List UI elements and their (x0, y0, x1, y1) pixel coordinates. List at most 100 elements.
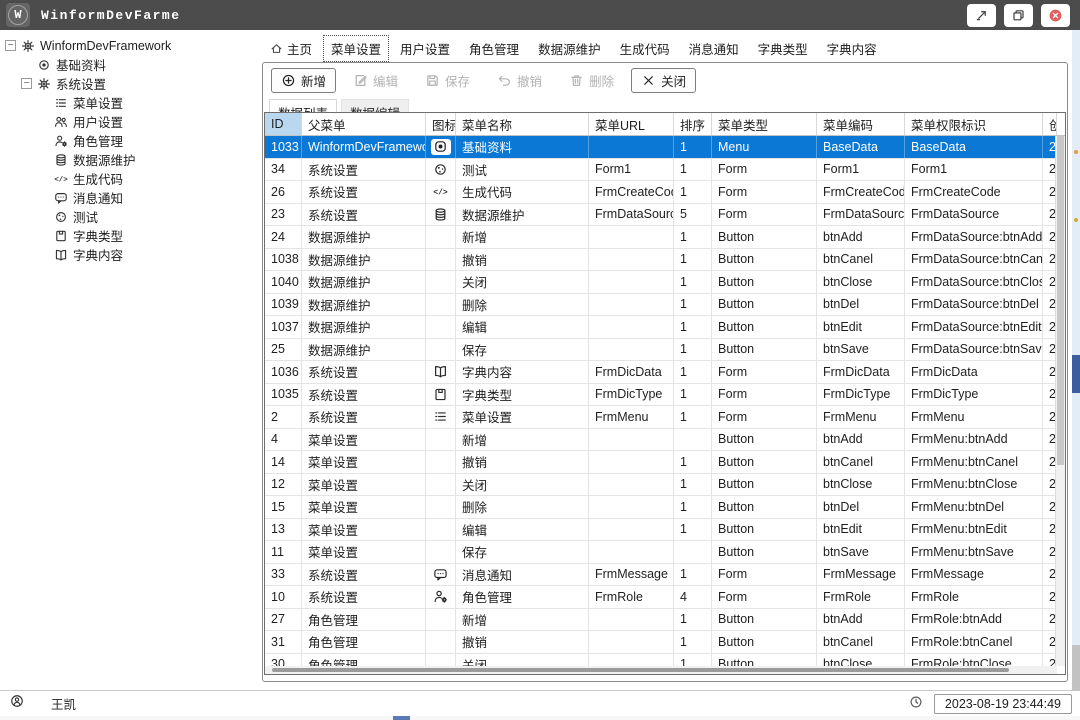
close-button[interactable] (1041, 4, 1070, 27)
table-row-4[interactable]: 4菜单设置新增ButtonbtnAddFrmMenu:btnAdd2 (265, 429, 1057, 452)
cell-type: Button (712, 451, 817, 473)
cell-url: FrmMenu (589, 406, 674, 428)
sidebar-item-test[interactable]: 测试 (0, 207, 256, 226)
sidebar-item-framework[interactable]: −WinformDevFramework (0, 36, 256, 55)
table-row-27[interactable]: 27角色管理新增1ButtonbtnAddFrmRole:btnAdd2 (265, 609, 1057, 632)
table-row-23[interactable]: 23系统设置数据源维护FrmDataSource5FormFrmDataSour… (265, 204, 1057, 227)
cell-parent: 菜单设置 (302, 496, 426, 518)
cell-icon (426, 429, 456, 451)
sidebar-item-base-data[interactable]: 基础资料 (0, 55, 256, 74)
column-header-perm[interactable]: 菜单权限标识 (905, 113, 1043, 135)
minimize-button[interactable] (967, 4, 996, 27)
column-header-id[interactable]: ID (265, 113, 302, 135)
column-header-extra[interactable]: 创 (1043, 113, 1057, 135)
tab-message[interactable]: 消息通知 (681, 35, 747, 62)
table-row-1038[interactable]: 1038数据源维护撤销1ButtonbtnCanelFrmDataSource:… (265, 249, 1057, 272)
table-row-2[interactable]: 2系统设置菜单设置FrmMenu1FormFrmMenuFrmMenu2 (265, 406, 1057, 429)
sidebar-item-system-settings[interactable]: −系统设置 (0, 74, 256, 93)
sidebar-item-user-settings[interactable]: 用户设置 (0, 112, 256, 131)
table-row-26[interactable]: 26系统设置</>生成代码FrmCreateCode1FormFrmCreate… (265, 181, 1057, 204)
sidebar-item-codegen[interactable]: </>生成代码 (0, 169, 256, 188)
sidebar-item-message[interactable]: 消息通知 (0, 188, 256, 207)
cell-icon (426, 361, 456, 383)
cell-url (589, 609, 674, 631)
column-header-code[interactable]: 菜单编码 (817, 113, 905, 135)
sidebar-item-role-manage[interactable]: 角色管理 (0, 131, 256, 150)
tab-datasource[interactable]: 数据源维护 (530, 35, 609, 62)
tab-strip: 主页菜单设置用户设置角色管理数据源维护生成代码消息通知字典类型字典内容 (262, 36, 885, 60)
trash-icon (569, 73, 584, 88)
table-row-12[interactable]: 12菜单设置关闭1ButtonbtnCloseFrmMenu:btnClose2 (265, 474, 1057, 497)
table-row-25[interactable]: 25数据源维护保存1ButtonbtnSaveFrmDataSource:btn… (265, 339, 1057, 362)
tab-label: 字典内容 (827, 39, 877, 58)
column-header-label: 创 (1049, 115, 1057, 134)
cell-type: Button (712, 339, 817, 361)
undo-button[interactable]: 撤销 (487, 68, 552, 93)
tab-dict-type[interactable]: 字典类型 (750, 35, 816, 62)
table-row-1033[interactable]: 1033WinformDevFramework基础资料1MenuBaseData… (265, 136, 1057, 159)
tab-dict-data[interactable]: 字典内容 (819, 35, 885, 62)
cell-icon (426, 384, 456, 406)
table-row-33[interactable]: 33系统设置消息通知FrmMessage1FormFrmMessageFrmMe… (265, 564, 1057, 587)
cell-code: btnEdit (817, 519, 905, 541)
table-row-30[interactable]: 30角色管理关闭1ButtonbtnCloseFrmRole:btnClose2 (265, 654, 1057, 667)
msg-icon (433, 567, 448, 582)
table-row-1036[interactable]: 1036系统设置字典内容FrmDicData1FormFrmDicDataFrm… (265, 361, 1057, 384)
tab-codegen[interactable]: 生成代码 (612, 35, 678, 62)
cell-name: 测试 (456, 159, 589, 181)
cell-perm: FrmMessage (905, 564, 1043, 586)
table-row-1039[interactable]: 1039数据源维护删除1ButtonbtnDelFrmDataSource:bt… (265, 294, 1057, 317)
sidebar-item-label: 基础资料 (56, 55, 106, 74)
table-row-31[interactable]: 31角色管理撤销1ButtonbtnCanelFrmRole:btnCanel2 (265, 631, 1057, 654)
tab-user-settings[interactable]: 用户设置 (392, 35, 458, 62)
collapse-expander-icon[interactable]: − (5, 40, 16, 51)
cell-parent: 系统设置 (302, 159, 426, 181)
collapse-expander-icon[interactable]: − (21, 78, 32, 89)
column-header-icon[interactable]: 图标 (426, 113, 456, 135)
cell-id: 24 (265, 226, 302, 248)
edit-button[interactable]: 编辑 (343, 68, 408, 93)
cell-url: FrmMessage (589, 564, 674, 586)
add-button[interactable]: 新增 (271, 68, 336, 93)
horizontal-scrollbar-thumb[interactable] (272, 668, 1009, 672)
tab-menu-settings[interactable]: 菜单设置 (323, 35, 389, 62)
sidebar-item-datasource[interactable]: 数据源维护 (0, 150, 256, 169)
delete-button[interactable]: 删除 (559, 68, 624, 93)
horizontal-scrollbar[interactable] (265, 666, 1057, 674)
column-header-url[interactable]: 菜单URL (589, 113, 674, 135)
sidebar-tree: −WinformDevFramework基础资料−系统设置菜单设置用户设置角色管… (0, 36, 256, 264)
cell-url (589, 474, 674, 496)
tab-role-manage[interactable]: 角色管理 (461, 35, 527, 62)
table-row-24[interactable]: 24数据源维护新增1ButtonbtnAddFrmDataSource:btnA… (265, 226, 1057, 249)
table-row-1035[interactable]: 1035系统设置字典类型FrmDicType1FormFrmDicTypeFrm… (265, 384, 1057, 407)
save-icon (425, 73, 440, 88)
table-row-1037[interactable]: 1037数据源维护编辑1ButtonbtnEditFrmDataSource:b… (265, 316, 1057, 339)
table-row-34[interactable]: 34系统设置测试Form11FormForm1Form12 (265, 159, 1057, 182)
cell-id: 1037 (265, 316, 302, 338)
cell-parent: 角色管理 (302, 609, 426, 631)
sidebar-item-dict-type[interactable]: 字典类型 (0, 226, 256, 245)
cell-icon (426, 271, 456, 293)
cell-url (589, 226, 674, 248)
column-header-name[interactable]: 菜单名称 (456, 113, 589, 135)
close-button[interactable]: 关闭 (631, 68, 696, 93)
table-row-13[interactable]: 13菜单设置编辑1ButtonbtnEditFrmMenu:btnEdit2 (265, 519, 1057, 542)
sidebar-item-menu-settings[interactable]: 菜单设置 (0, 93, 256, 112)
column-header-sort[interactable]: 排序 (674, 113, 712, 135)
column-header-type[interactable]: 菜单类型 (712, 113, 817, 135)
table-row-10[interactable]: 10系统设置角色管理FrmRole4FormFrmRoleFrmRole2 (265, 586, 1057, 609)
table-row-11[interactable]: 11菜单设置保存ButtonbtnSaveFrmMenu:btnSave2 (265, 541, 1057, 564)
column-header-parent[interactable]: 父菜单 (302, 113, 426, 135)
restore-button[interactable] (1004, 4, 1033, 27)
vertical-scrollbar[interactable] (1055, 136, 1065, 666)
table-row-1040[interactable]: 1040数据源维护关闭1ButtonbtnCloseFrmDataSource:… (265, 271, 1057, 294)
cell-id: 26 (265, 181, 302, 203)
cell-sort: 1 (674, 631, 712, 653)
table-row-14[interactable]: 14菜单设置撤销1ButtonbtnCanelFrmMenu:btnCanel2 (265, 451, 1057, 474)
save-button[interactable]: 保存 (415, 68, 480, 93)
vertical-scrollbar-thumb[interactable] (1057, 136, 1064, 465)
table-row-15[interactable]: 15菜单设置删除1ButtonbtnDelFrmMenu:btnDel2 (265, 496, 1057, 519)
cell-name: 基础资料 (456, 136, 589, 158)
sidebar-item-dict-data[interactable]: 字典内容 (0, 245, 256, 264)
tab-home[interactable]: 主页 (262, 35, 320, 62)
